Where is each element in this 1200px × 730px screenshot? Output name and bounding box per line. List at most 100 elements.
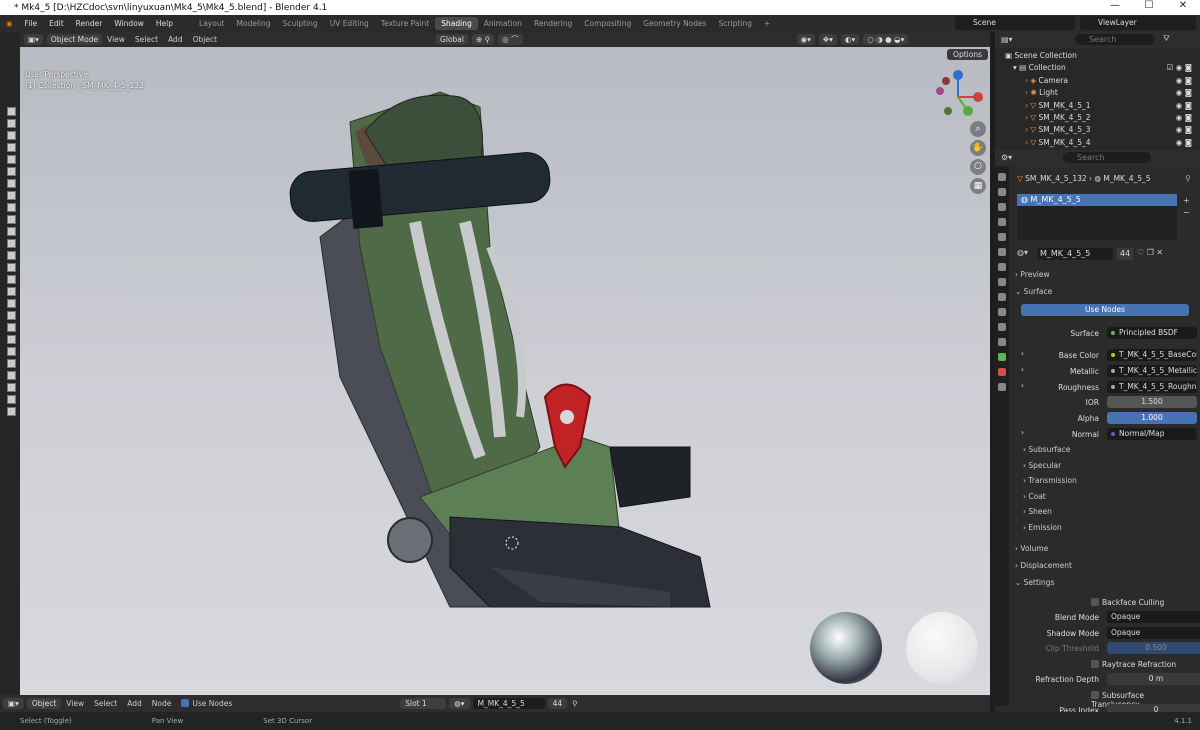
transform-orientation[interactable]: Global <box>436 34 468 45</box>
section-settings[interactable]: ⌄ Settings <box>1015 578 1054 587</box>
texture-tab-icon[interactable] <box>998 383 1006 391</box>
tool-icon[interactable] <box>7 239 16 248</box>
scene-tab-icon[interactable] <box>998 233 1006 241</box>
tool-icon[interactable] <box>7 215 16 224</box>
menu-select[interactable]: Select <box>89 699 122 708</box>
gizmo-toggle[interactable]: ✥▾ <box>818 34 837 45</box>
tool-icon[interactable] <box>7 383 16 392</box>
menu-window[interactable]: Window <box>108 19 150 28</box>
outliner-row[interactable]: ▾ ▤ Collection ☑ ◉ ◙ <box>1005 62 1200 74</box>
shading-mode-buttons[interactable]: ○ ◑ ● ◒▾ <box>863 34 909 45</box>
menu-add[interactable]: Add <box>163 35 188 44</box>
tool-icon[interactable] <box>7 263 16 272</box>
visibility-toggle[interactable]: ◉▾ <box>796 34 815 45</box>
close-button[interactable]: ✕ <box>1166 0 1200 11</box>
outliner-search[interactable]: Search <box>1075 34 1155 45</box>
section-volume[interactable]: › Volume <box>1015 544 1048 553</box>
perspective-grid-icon[interactable]: ▦ <box>970 178 986 194</box>
pan-hand-icon[interactable]: ✋ <box>970 140 986 156</box>
world-tab-icon[interactable] <box>998 248 1006 256</box>
ior-field[interactable]: 1.500 <box>1107 396 1197 408</box>
section-preview[interactable]: › Preview <box>1015 270 1050 279</box>
editor-type-button[interactable]: ▣▾ <box>3 698 24 709</box>
tab-rendering[interactable]: Rendering <box>528 17 578 30</box>
data-tab-icon[interactable] <box>998 353 1006 361</box>
constraints-tab-icon[interactable] <box>998 338 1006 346</box>
scene-selector[interactable]: Scene <box>955 16 1075 30</box>
tool-icon[interactable] <box>7 155 16 164</box>
tool-icon[interactable] <box>7 191 16 200</box>
menu-edit[interactable]: Edit <box>43 19 70 28</box>
clip-threshold-field[interactable]: 0.500 <box>1107 642 1200 654</box>
outliner-editor-icon[interactable]: ▤▾ <box>1001 35 1013 44</box>
roughness-field[interactable]: T_MK_4_5_5_Roughn... <box>1107 381 1197 393</box>
subsection-subsurface[interactable]: › Subsurface <box>1023 445 1070 454</box>
tool-icon[interactable] <box>7 167 16 176</box>
menu-file[interactable]: File <box>19 19 44 28</box>
material-tab-icon[interactable] <box>998 368 1006 376</box>
menu-view[interactable]: View <box>61 699 89 708</box>
tab-shading[interactable]: Shading <box>435 17 478 30</box>
properties-search[interactable]: Search <box>1063 152 1151 163</box>
hdri-chrome-sphere[interactable] <box>810 612 882 684</box>
tab-scripting[interactable]: Scripting <box>713 17 758 30</box>
visibility-icons[interactable]: ◉ ◙ <box>1176 100 1192 112</box>
modifier-tab-icon[interactable] <box>998 293 1006 301</box>
menu-view[interactable]: View <box>102 35 130 44</box>
visibility-icons[interactable]: ◉ ◙ <box>1176 112 1192 124</box>
tool-icon[interactable] <box>7 311 16 320</box>
backface-culling-checkbox[interactable]: Backface Culling <box>1091 598 1164 607</box>
pin-icon[interactable]: ⚲ <box>567 699 583 708</box>
tab-geometry-nodes[interactable]: Geometry Nodes <box>637 17 712 30</box>
section-surface[interactable]: ⌄ Surface <box>1015 287 1052 296</box>
3d-viewport[interactable]: User Perspective (1) Collection | SM_MK_… <box>20 47 990 695</box>
menu-add[interactable]: Add <box>122 699 147 708</box>
menu-help[interactable]: Help <box>150 19 179 28</box>
overlay-toggle[interactable]: ◐▾ <box>840 34 860 45</box>
use-nodes-button[interactable]: Use Nodes <box>1021 304 1189 316</box>
tab-animation[interactable]: Animation <box>478 17 528 30</box>
tab-sculpting[interactable]: Sculpting <box>277 17 324 30</box>
subsection-transmission[interactable]: › Transmission <box>1023 476 1077 485</box>
refraction-depth-field[interactable]: 0 m <box>1107 673 1200 685</box>
add-workspace-button[interactable]: + <box>758 17 776 30</box>
minimize-button[interactable]: — <box>1098 0 1132 11</box>
metallic-field[interactable]: T_MK_4_5_5_Metallic_1 <box>1107 365 1197 377</box>
subsection-emission[interactable]: › Emission <box>1023 523 1062 532</box>
shadow-mode-dropdown[interactable]: Opaque <box>1107 627 1200 639</box>
tool-icon[interactable] <box>7 347 16 356</box>
blend-mode-dropdown[interactable]: Opaque <box>1107 611 1200 623</box>
render-tab-icon[interactable] <box>998 188 1006 196</box>
tab-layout[interactable]: Layout <box>193 17 231 30</box>
users-count[interactable]: 44 <box>547 698 568 709</box>
blender-logo-icon[interactable]: ◉ <box>0 19 19 28</box>
outliner-row[interactable]: › ▽ SM_MK_4_5_3 ◉ ◙ <box>1005 124 1200 136</box>
proportional-edit-toggle[interactable]: ◎ ⌒ <box>498 34 523 45</box>
visibility-icons[interactable]: ◉ ◙ <box>1176 124 1192 136</box>
tool-icon[interactable] <box>7 143 16 152</box>
visibility-icons[interactable]: ☑ ◉ ◙ <box>1167 62 1192 74</box>
tool-icon[interactable] <box>7 203 16 212</box>
pin-icon[interactable]: ⚲ <box>1185 174 1191 183</box>
tool-icon[interactable] <box>7 299 16 308</box>
camera-view-icon[interactable]: ⎔ <box>970 159 986 175</box>
menu-select[interactable]: Select <box>130 35 163 44</box>
physics-tab-icon[interactable] <box>998 323 1006 331</box>
outliner-row[interactable]: › ✺ Light ◉ ◙ <box>1005 87 1200 99</box>
outliner-row[interactable]: › ◈ Camera ◉ ◙ <box>1005 75 1200 87</box>
view-layer-selector[interactable]: ViewLayer <box>1080 16 1196 30</box>
outliner-row[interactable]: › ▽ SM_MK_4_5_2 ◉ ◙ <box>1005 112 1200 124</box>
tool-icon[interactable] <box>7 131 16 140</box>
navigation-gizmo[interactable] <box>928 67 988 127</box>
filter-icon[interactable]: ⛛ <box>1163 34 1170 44</box>
hdri-diffuse-sphere[interactable] <box>906 612 978 684</box>
visibility-icons[interactable]: ◉ ◙ <box>1176 87 1192 99</box>
material-slot-item[interactable]: ◍ M_MK_4_5_5 <box>1017 194 1177 206</box>
maximize-button[interactable]: ☐ <box>1132 0 1166 11</box>
tool-icon[interactable] <box>7 359 16 368</box>
visibility-icons[interactable]: ◉ ◙ <box>1176 75 1192 87</box>
outliner-row[interactable]: › ▽ SM_MK_4_5_4 ◉ ◙ <box>1005 137 1200 149</box>
snap-toggle[interactable]: ⊕ ⚲ <box>471 34 495 45</box>
object-tab-icon[interactable] <box>998 278 1006 286</box>
tool-icon[interactable] <box>7 335 16 344</box>
